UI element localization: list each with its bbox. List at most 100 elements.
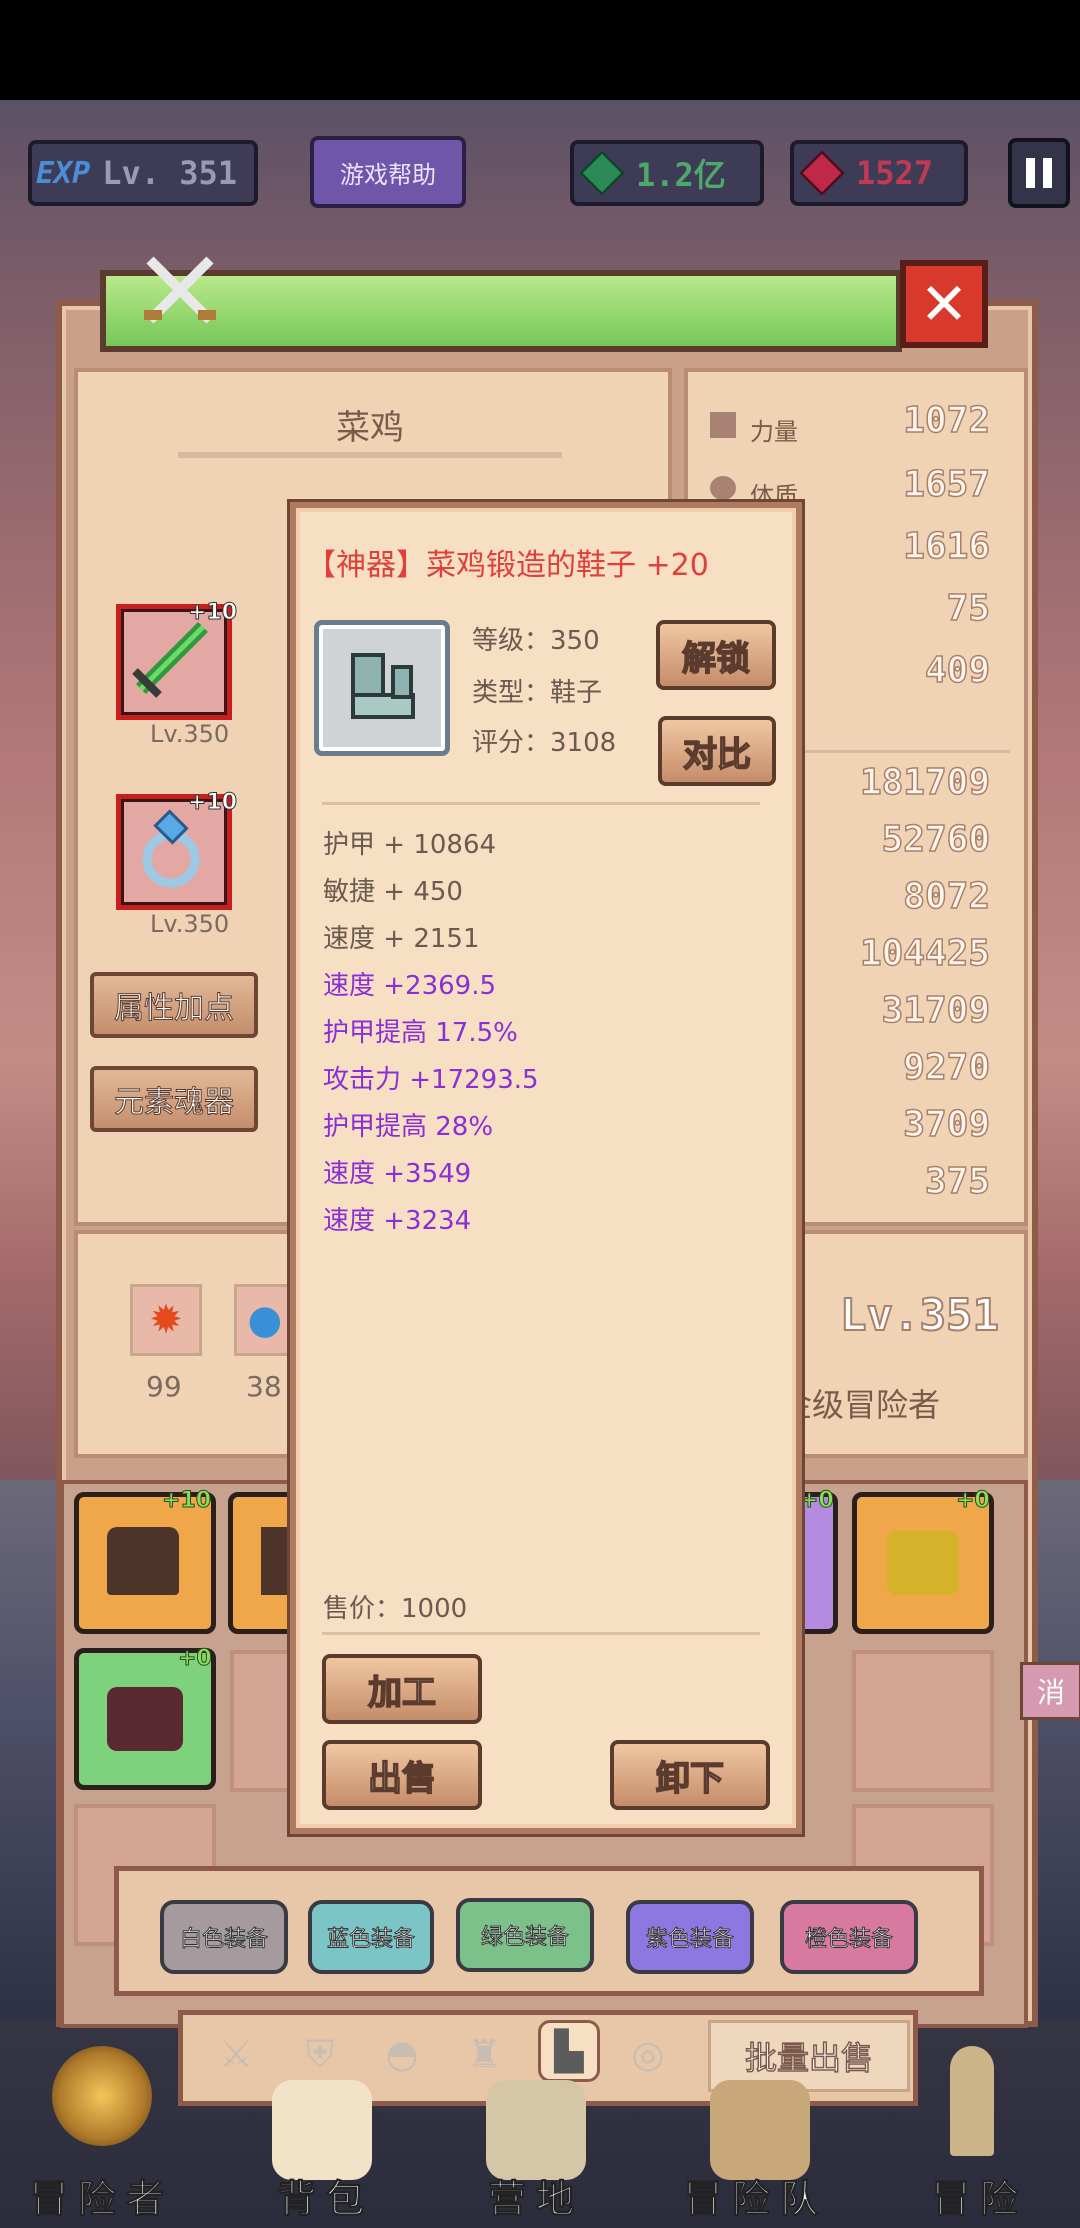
water-element-icon[interactable]: ● [234,1284,293,1356]
water-element-count: 38 [246,1370,282,1403]
exp-icon: EXP [36,155,91,191]
team-nav-icon[interactable] [710,2080,810,2180]
inventory-plus-badge: +0 [956,1488,991,1514]
side-cancel-tab[interactable]: 消 [1020,1662,1080,1720]
price-divider [322,1632,760,1635]
nav-team[interactable]: 冒险队 [676,2168,836,2223]
inventory-item-boots-gold[interactable] [852,1492,994,1634]
game-help-label: 游戏帮助 [340,160,436,189]
stat-value: 375 [924,1160,991,1203]
stat-value: 3709 [903,1103,991,1146]
game-help-button[interactable]: 游戏帮助 [310,136,466,208]
nav-adventurer[interactable]: 冒险者 [22,2168,182,2223]
crossed-swords-icon [144,256,216,324]
gem-amount: 1.2亿 [636,156,726,194]
stat-value: 9270 [903,1046,991,1089]
sell-button[interactable]: 出售 [322,1740,482,1810]
ruby-currency: 1527 [790,140,968,206]
item-level: 等级：350 [472,626,600,656]
stat-value: 31709 [881,989,991,1032]
process-button[interactable]: 加工 [322,1654,482,1724]
side-cancel-label: 消 [1036,1676,1065,1709]
stat-label: 力量 [750,418,798,446]
window-header-bar [100,270,902,352]
stat-value: 1657 [903,463,991,506]
compare-label: 对比 [682,734,752,776]
bonus-attribute: 护甲提高 17.5% [323,1018,518,1048]
adventurer-nav-icon[interactable] [52,2046,152,2146]
filter-purple-button[interactable]: 紫色装备 [626,1900,754,1974]
name-underline [178,452,562,458]
shield-tab-icon[interactable]: ⛨ [292,2026,348,2082]
weapon-enhance-badge: +10 [187,600,238,626]
nav-camp[interactable]: 营地 [456,2168,616,2223]
compare-button[interactable]: 对比 [658,716,776,786]
weapon-level: Lv.350 [150,720,230,748]
adventurer-rank: 金级冒险者 [780,1386,941,1424]
inventory-empty-slot[interactable] [852,1650,994,1792]
stat-value: 181709 [859,761,991,804]
inventory-item-boots-brown[interactable] [74,1492,216,1634]
ring-level: Lv.350 [150,910,230,938]
unequip-button[interactable]: 卸下 [610,1740,770,1810]
fire-element-icon[interactable]: ✹ [130,1284,202,1356]
filter-orange-label: 橙色装备 [804,1927,893,1953]
boots-icon [351,653,415,719]
element-soul-button[interactable]: 元素魂器 [90,1066,258,1132]
sell-label: 出售 [367,1758,437,1800]
character-name: 菜鸡 [336,408,404,448]
pause-button[interactable] [1008,138,1070,208]
emerald-icon [579,150,625,196]
filter-blue-label: 蓝色装备 [326,1927,415,1953]
player-level: Lv. 351 [102,154,238,192]
base-attribute: 护甲 + 10864 [323,830,497,860]
filter-purple-label: 紫色装备 [645,1927,734,1953]
ring-tab-icon[interactable]: ◎ [620,2026,676,2082]
inventory-plus-badge: +0 [800,1488,835,1514]
character-level-badge: Lv.351 [839,1289,1000,1342]
strength-icon [710,412,736,438]
unlock-button[interactable]: 解锁 [656,620,776,690]
stat-value: 52760 [881,818,991,861]
inventory-plus-badge: +0 [178,1646,213,1672]
sword-tab-icon[interactable]: ⚔ [208,2026,264,2082]
boots-item-icon [314,620,450,756]
filter-blue-button[interactable]: 蓝色装备 [308,1900,434,1974]
bonus-attribute: 速度 +3234 [323,1206,472,1236]
boots-tab-icon[interactable]: ▙ [538,2020,600,2082]
camp-nav-icon[interactable] [486,2080,586,2180]
bonus-attribute: 速度 +2369.5 [323,971,497,1001]
adventure-nav-icon[interactable] [950,2046,994,2156]
stat-value: 104425 [859,932,991,975]
nav-backpack[interactable]: 背包 [246,2168,406,2223]
ring-enhance-badge: +10 [187,790,238,816]
process-label: 加工 [367,1672,437,1714]
attribute-points-label: 属性加点 [114,991,235,1027]
helmet-tab-icon[interactable]: ◓ [374,2026,430,2082]
bonus-attribute: 护甲提高 28% [323,1112,494,1142]
bonus-attribute: 攻击力 +17293.5 [323,1065,539,1095]
unequip-label: 卸下 [655,1758,725,1800]
filter-green-label: 绿色装备 [480,1925,569,1951]
nav-adventure[interactable]: 冒险 [900,2168,1060,2223]
base-attribute: 速度 + 2151 [323,924,480,954]
base-attribute: 敏捷 + 450 [323,877,463,907]
item-type: 类型：鞋子 [472,678,603,708]
gem-currency: 1.2亿 [570,140,764,206]
filter-white-button[interactable]: 白色装备 [160,1900,288,1974]
close-icon: ✕ [919,270,969,338]
stat-value: 8072 [903,875,991,918]
stat-value: 1616 [903,525,991,568]
element-soul-label: 元素魂器 [114,1085,235,1121]
fire-element-count: 99 [146,1370,182,1403]
backpack-nav-icon[interactable] [272,2080,372,2180]
ruby-icon [799,150,845,196]
filter-orange-button[interactable]: 橙色装备 [780,1900,918,1974]
filter-white-label: 白色装备 [179,1927,268,1953]
inventory-item-boots-brown-2[interactable] [228,1492,298,1634]
inventory-plus-badge: +10 [161,1488,212,1514]
armor-tab-icon[interactable]: ♜ [456,2026,512,2082]
filter-green-button[interactable]: 绿色装备 [456,1898,594,1972]
close-button[interactable]: ✕ [900,260,988,348]
attribute-points-button[interactable]: 属性加点 [90,972,258,1038]
